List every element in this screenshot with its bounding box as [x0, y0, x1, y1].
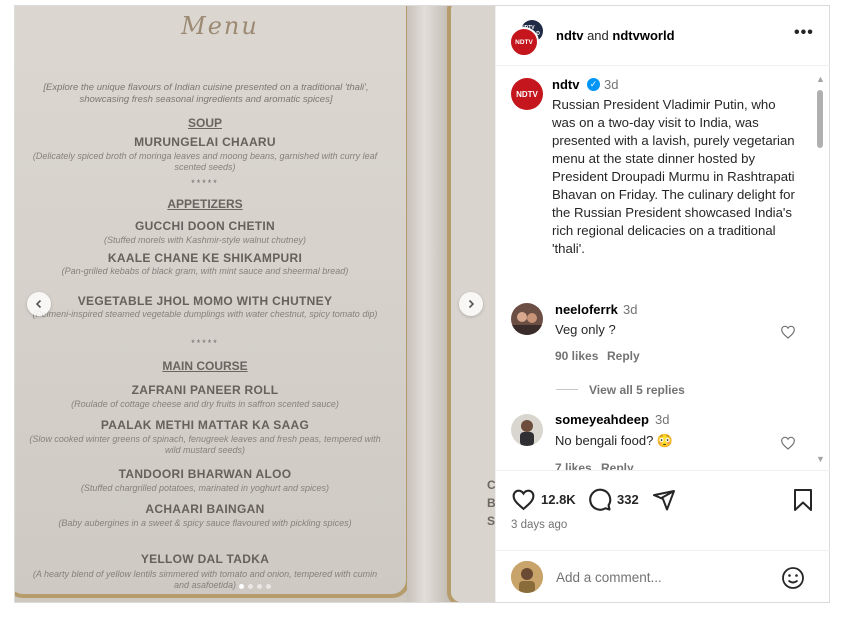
- add-comment-bar: [496, 550, 830, 603]
- chevron-left-icon: [35, 299, 42, 309]
- comment-username[interactable]: neeloferrk: [555, 302, 618, 317]
- comment-text: No bengali food? 😳: [555, 433, 674, 448]
- like-comment-icon[interactable]: [780, 435, 796, 451]
- post-photo[interactable]: C B S Menu [Explore the unique flavours …: [15, 6, 495, 602]
- avatar: NDTV: [509, 27, 539, 57]
- more-options-icon[interactable]: •••: [794, 24, 814, 42]
- avatar[interactable]: [511, 414, 543, 446]
- menu-intro: [Explore the unique flavours of Indian c…: [43, 82, 369, 105]
- comment-input[interactable]: [556, 567, 766, 587]
- dish-name: MURUNGELAI CHAARU: [134, 135, 276, 149]
- post-date[interactable]: 3 days ago: [511, 519, 567, 531]
- comment-text: Veg only ?: [555, 322, 616, 337]
- dish-desc: (A hearty blend of yellow lentils simmer…: [32, 569, 378, 590]
- comment-icon[interactable]: [587, 487, 612, 512]
- dish-desc: (Pelmeni-inspired steamed vegetable dump…: [32, 309, 378, 319]
- dish-name: ACHAARI BAINGAN: [145, 502, 265, 516]
- carousel-dot[interactable]: [266, 584, 271, 589]
- scrollbar[interactable]: ▲ ▼: [814, 74, 826, 466]
- like-icon[interactable]: [511, 487, 536, 512]
- dish-desc: (Roulade of cottage cheese and dry fruit…: [71, 399, 339, 409]
- section-appetizers: APPETIZERS: [167, 197, 243, 211]
- post-container: C B S Menu [Explore the unique flavours …: [14, 5, 830, 603]
- like-count[interactable]: 12.8K: [541, 492, 576, 507]
- dish-name: ZAFRANI PANEER ROLL: [131, 383, 279, 397]
- reply-button[interactable]: Reply: [607, 349, 640, 363]
- carousel-dot[interactable]: [248, 584, 253, 589]
- divider-stars: *****: [191, 178, 219, 188]
- menu-fold: [407, 6, 451, 602]
- dish-name: VEGETABLE JHOL MOMO WITH CHUTNEY: [77, 294, 333, 308]
- dish-name: PAALAK METHI MATTAR KA SAAG: [100, 418, 310, 432]
- dish-desc: (Stuffed morels with Kashmir-style walnu…: [104, 235, 306, 245]
- section-main-course: MAIN COURSE: [162, 359, 248, 373]
- dish-desc: (Baby aubergines in a sweet & spicy sauc…: [58, 518, 352, 528]
- author-link[interactable]: ndtv: [556, 28, 583, 43]
- dish-desc: (Slow cooked winter greens of spinach, f…: [29, 434, 381, 455]
- author-link[interactable]: ndtvworld: [612, 28, 674, 43]
- dish-desc: (Pan-grilled kebabs of black gram, with …: [61, 266, 349, 276]
- dish-name: GUCCHI DOON CHETIN: [134, 219, 276, 233]
- avatar[interactable]: [511, 303, 543, 335]
- comments-scroll-area[interactable]: NDTV ndtv ✓ 3d Russian President Vladimi…: [496, 66, 830, 470]
- post-actions: 12.8K 332 3 days ago: [496, 470, 830, 551]
- caption-time[interactable]: 3d: [604, 77, 618, 92]
- scroll-down-icon[interactable]: ▼: [816, 454, 825, 464]
- menu-title: Menu: [181, 12, 259, 40]
- chevron-right-icon: [468, 299, 475, 309]
- view-replies-button[interactable]: View all 5 replies: [589, 383, 685, 397]
- user-photo-icon: [511, 303, 543, 335]
- collab-avatars[interactable]: NDTV WORLD NDTV: [509, 20, 547, 57]
- dish-desc: (Delicately spiced broth of moringa leav…: [32, 151, 378, 172]
- share-icon[interactable]: [652, 488, 676, 512]
- user-photo-icon: [511, 414, 543, 446]
- side-letter: S: [487, 514, 495, 528]
- divider-stars: *****: [191, 338, 219, 348]
- divider-line: [556, 389, 578, 390]
- dish-name: KAALE CHANE KE SHIKAMPURI: [107, 251, 303, 265]
- carousel-dot[interactable]: [257, 584, 262, 589]
- carousel-prev-button[interactable]: [27, 292, 51, 316]
- carousel-dots: [239, 584, 271, 589]
- reply-button[interactable]: Reply: [601, 461, 634, 470]
- post-header: NDTV WORLD NDTV ndtv and ndtvworld •••: [496, 6, 830, 66]
- dish-desc: (Stuffed chargrilled potatoes, marinated…: [80, 483, 330, 493]
- comment-likes[interactable]: 7 likes: [555, 461, 592, 470]
- comment-count[interactable]: 332: [617, 492, 639, 507]
- caption-username[interactable]: ndtv: [552, 77, 579, 92]
- next-page-letters: C B S: [487, 476, 495, 530]
- emoji-icon[interactable]: [781, 566, 805, 590]
- author-joiner: and: [587, 28, 609, 43]
- verified-badge-icon: ✓: [587, 78, 600, 91]
- dish-name: YELLOW DAL TADKA: [140, 552, 270, 566]
- side-letter: C: [487, 478, 495, 492]
- scrollbar-thumb[interactable]: [817, 90, 823, 148]
- section-soup: SOUP: [187, 116, 222, 130]
- comment-username[interactable]: someyeahdeep: [555, 412, 649, 427]
- post-side-panel: NDTV WORLD NDTV ndtv and ndtvworld ••• N…: [495, 6, 830, 602]
- save-icon[interactable]: [792, 488, 814, 512]
- avatar[interactable]: NDTV: [511, 78, 543, 110]
- caption-text: Russian President Vladimir Putin, who wa…: [552, 97, 795, 256]
- side-letter: B: [487, 496, 495, 510]
- current-user-icon: [511, 561, 543, 593]
- carousel-next-button[interactable]: [459, 292, 483, 316]
- comment-likes[interactable]: 90 likes: [555, 349, 598, 363]
- comment-time[interactable]: 3d: [623, 302, 637, 317]
- avatar: [511, 561, 543, 593]
- carousel-dot[interactable]: [239, 584, 244, 589]
- dish-name: TANDOORI BHARWAN ALOO: [118, 467, 292, 481]
- post-authors: ndtv and ndtvworld: [556, 28, 675, 43]
- scroll-up-icon[interactable]: ▲: [816, 74, 825, 84]
- like-comment-icon[interactable]: [780, 324, 796, 340]
- comment-time[interactable]: 3d: [655, 412, 669, 427]
